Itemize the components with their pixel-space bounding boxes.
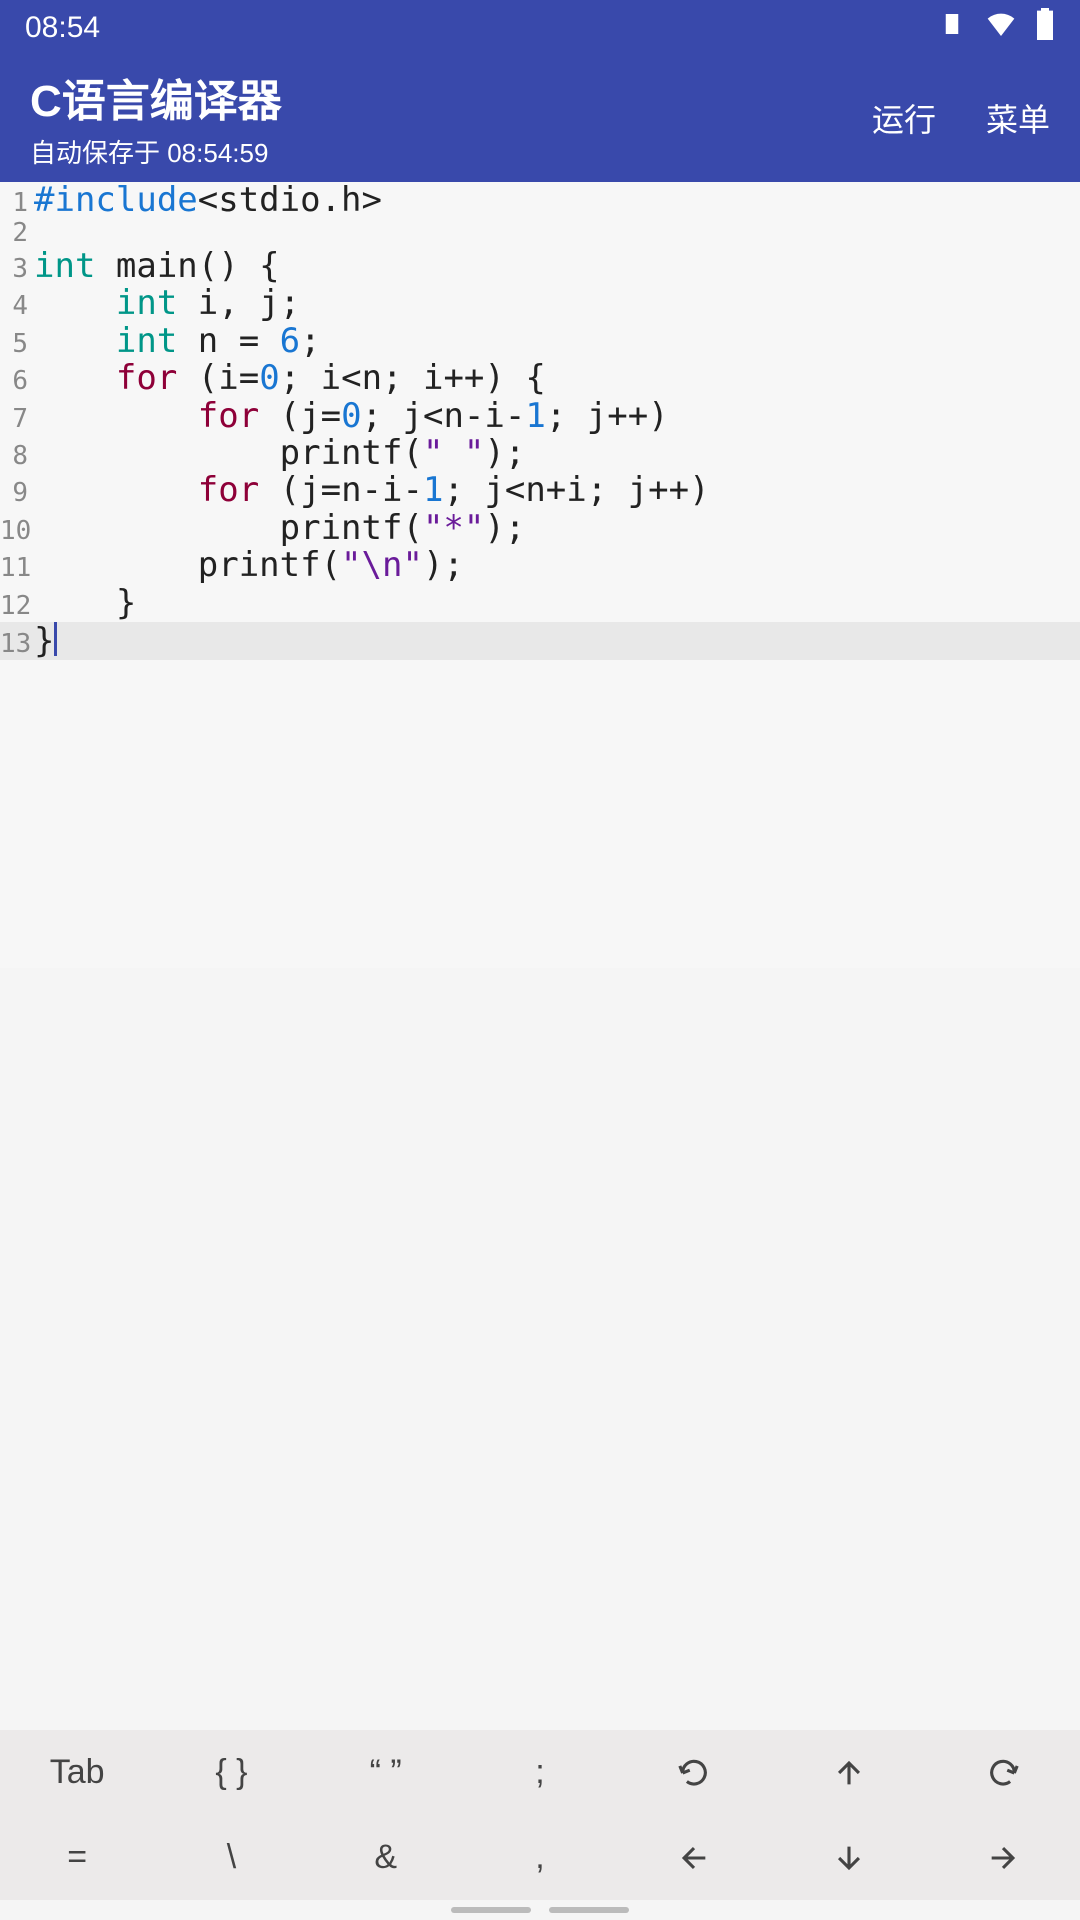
code-content[interactable]: for (i=0; i<n; i++) { [30,360,546,397]
code-line[interactable]: 3int main() { [0,248,1080,285]
code-line[interactable]: 11 printf("\n"); [0,547,1080,584]
app-header: C语言编译器 自动保存于 08:54:59 运行 菜单 [0,55,1080,182]
code-line[interactable]: 9 for (j=n-i-1; j<n+i; j++) [0,472,1080,509]
code-content[interactable]: for (j=0; j<n-i-1; j++) [30,398,669,435]
code-content[interactable]: printf("\n"); [30,547,464,584]
line-number: 5 [0,330,30,359]
code-content[interactable]: #include<stdio.h> [30,182,382,219]
line-number: 7 [0,405,30,434]
code-editor[interactable]: 1#include<stdio.h>23int main() {4 int i,… [0,182,1080,968]
code-content[interactable]: printf("*"); [30,510,525,547]
code-content[interactable]: int main() { [30,248,280,285]
undo-icon[interactable] [617,1730,771,1815]
symbol-toolbar: Tab{ }“ ”; =\&, [0,1730,1080,1900]
line-number: 1 [0,189,30,218]
code-line[interactable]: 10 printf("*"); [0,510,1080,547]
menu-button[interactable]: 菜单 [986,95,1050,141]
arrow-up-icon[interactable] [771,1730,925,1815]
app-title: C语言编译器 [30,65,282,129]
line-number: 10 [0,517,30,546]
line-number: 12 [0,592,30,621]
code-line[interactable]: 1#include<stdio.h> [0,182,1080,219]
status-time: 08:54 [25,11,100,45]
status-bar: 08:54 [0,0,1080,55]
line-number: 3 [0,255,30,284]
code-content[interactable]: } [30,585,136,622]
line-number: 8 [0,442,30,471]
code-content[interactable]: } [30,622,57,660]
code-content[interactable]: int n = 6; [30,323,321,360]
android-nav-bar [0,1900,1080,1920]
line-number: 11 [0,554,30,583]
code-line[interactable]: 5 int n = 6; [0,323,1080,360]
code-content[interactable]: int i, j; [30,285,300,322]
battery-icon [1035,8,1055,48]
code-line[interactable]: 7 for (j=0; j<n-i-1; j++) [0,398,1080,435]
run-button[interactable]: 运行 [872,95,936,141]
nav-pill[interactable] [451,1907,531,1913]
line-number: 13 [0,630,30,659]
key-[interactable]: = [0,1815,154,1900]
arrow-down-icon[interactable] [771,1815,925,1900]
arrow-right-icon[interactable] [926,1815,1080,1900]
key-[interactable]: & [309,1815,463,1900]
arrow-left-icon[interactable] [617,1815,771,1900]
line-number: 2 [0,219,30,248]
code-content[interactable]: for (j=n-i-1; j<n+i; j++) [30,472,710,509]
code-content[interactable]: printf(" "); [30,435,525,472]
line-number: 4 [0,292,30,321]
key-[interactable]: , [463,1815,617,1900]
nav-pill[interactable] [549,1907,629,1913]
text-caret [54,622,57,656]
key-Tab[interactable]: Tab [0,1730,154,1815]
key-[interactable]: “ ” [309,1730,463,1815]
key-[interactable]: { } [154,1730,308,1815]
key-[interactable]: ; [463,1730,617,1815]
vibrate-icon [937,9,967,47]
wifi-icon [985,8,1017,48]
redo-icon[interactable] [926,1730,1080,1815]
code-line[interactable]: 6 for (i=0; i<n; i++) { [0,360,1080,397]
line-number: 9 [0,479,30,508]
code-line[interactable]: 13} [0,622,1080,660]
code-line[interactable]: 2 [0,219,1080,248]
autosave-status: 自动保存于 08:54:59 [30,133,282,170]
status-icons [937,8,1055,48]
line-number: 6 [0,367,30,396]
code-line[interactable]: 4 int i, j; [0,285,1080,322]
code-line[interactable]: 12 } [0,585,1080,622]
key-[interactable]: \ [154,1815,308,1900]
code-line[interactable]: 8 printf(" "); [0,435,1080,472]
